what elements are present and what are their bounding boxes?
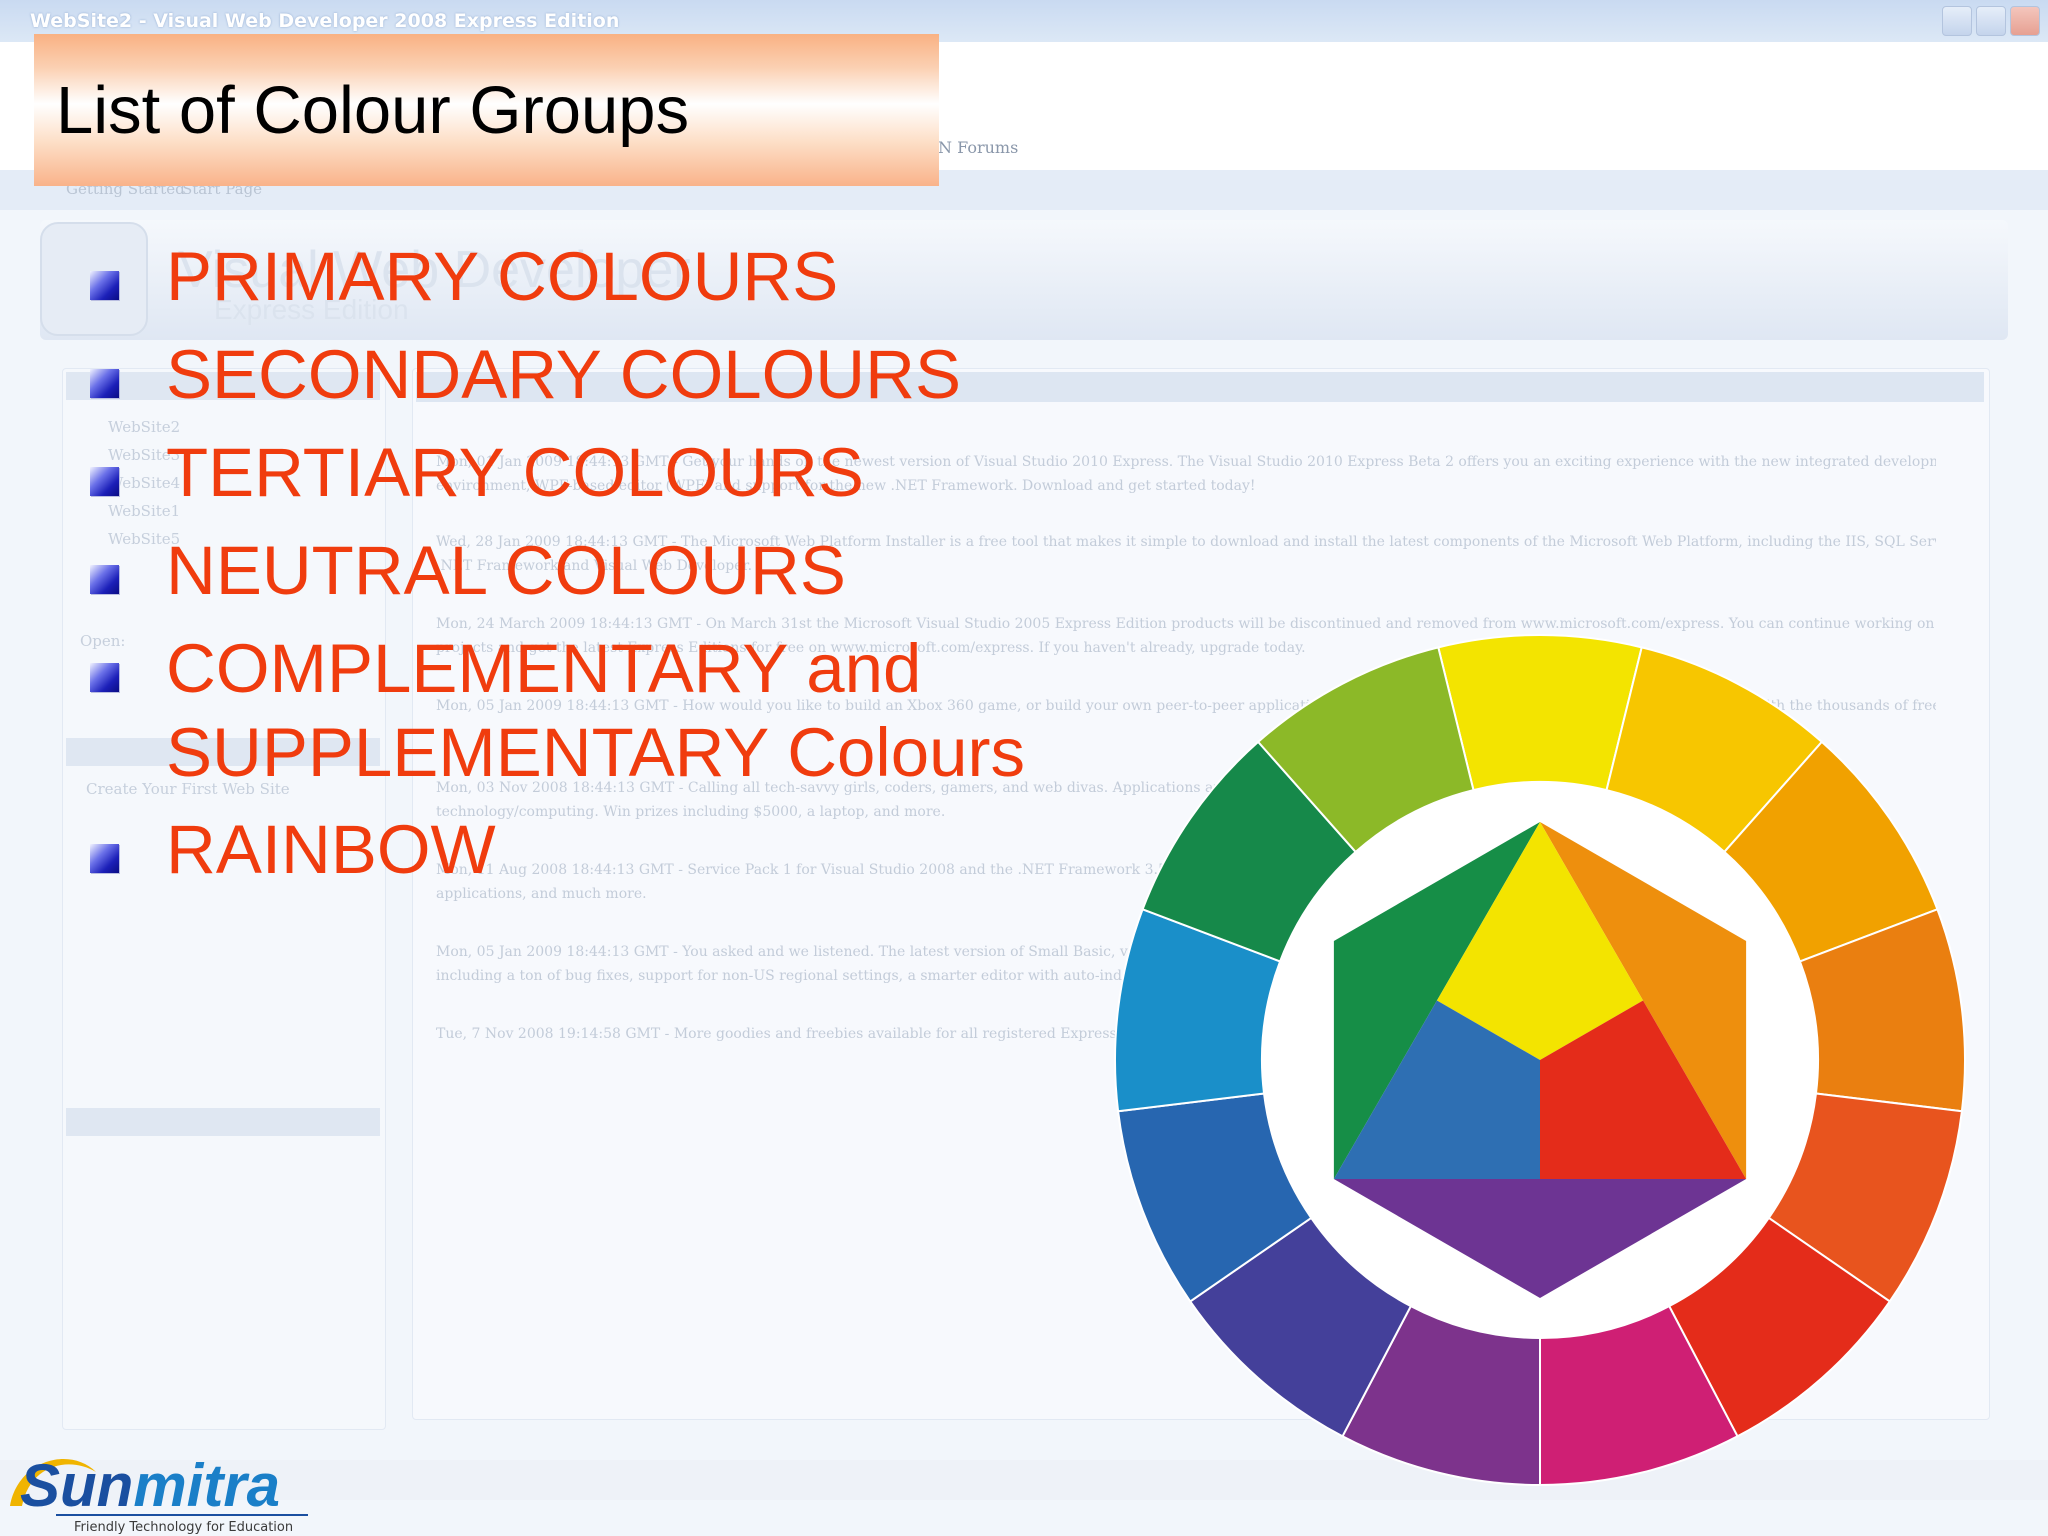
- bg-side-header: [66, 1108, 380, 1136]
- logo-tagline: Friendly Technology for Education: [74, 1520, 293, 1535]
- colour-wheel-image: [1114, 634, 1966, 1487]
- slide-title-banner: List of Colour Groups: [34, 34, 939, 186]
- bullet-text: NEUTRAL COLOURS: [166, 532, 846, 609]
- bullet-square-icon: [90, 467, 119, 496]
- bullet-square-icon: [90, 663, 119, 692]
- minimize-icon: [1942, 6, 1972, 36]
- sunmitra-logo: Sunmitra Friendly Technology for Educati…: [10, 1452, 308, 1535]
- slide-title: List of Colour Groups: [56, 73, 690, 148]
- bullet-square-icon: [90, 369, 119, 398]
- bullet-text-continued: SUPPLEMENTARY Colours: [166, 714, 1025, 791]
- logo-brand-sun: Sun: [20, 1452, 133, 1519]
- logo-brand-text: Sunmitra: [20, 1452, 280, 1519]
- bullet-text: RAINBOW: [166, 811, 496, 888]
- bullet-text: SECONDARY COLOURS: [166, 336, 961, 413]
- colour-wheel-segment: [1437, 634, 1643, 792]
- maximize-icon: [1976, 6, 2006, 36]
- bg-window-controls: [1942, 6, 2040, 36]
- bullet-square-icon: [90, 844, 119, 873]
- bg-open-label: Open:: [80, 632, 126, 650]
- bullet-text: COMPLEMENTARY and: [166, 630, 922, 707]
- logo-underline: [56, 1514, 308, 1516]
- bg-forums-link: N Forums: [938, 138, 1019, 157]
- logo-brand-mitra: mitra: [133, 1452, 280, 1519]
- bullet-square-icon: [90, 271, 119, 300]
- bullet-text: TERTIARY COLOURS: [166, 434, 864, 511]
- bullet-square-icon: [90, 565, 119, 594]
- bullet-text: PRIMARY COLOURS: [166, 238, 839, 315]
- close-icon: [2010, 6, 2040, 36]
- bg-window-title: WebSite2 - Visual Web Developer 2008 Exp…: [30, 10, 620, 32]
- bg-recent-projects-panel: [62, 368, 386, 1430]
